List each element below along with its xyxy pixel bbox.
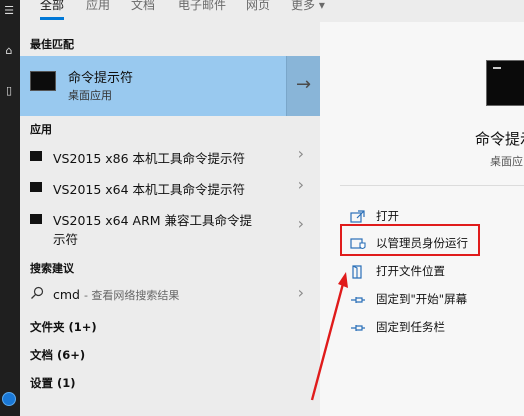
web-suggestion-item[interactable]: cmd - 查看网络搜索结果 › <box>20 283 320 308</box>
tab-more[interactable]: 更多 ▾ <box>291 0 325 22</box>
settings-group[interactable]: 设置 (1) <box>30 375 76 391</box>
tab-email[interactable]: 电子邮件 <box>178 0 226 22</box>
app-result-label: VS2015 x64 ARM 兼容工具命令提 <box>53 213 253 228</box>
app-result-label: VS2015 x86 本机工具命令提示符 <box>53 151 246 166</box>
chevron-right-icon[interactable]: › <box>298 214 304 233</box>
app-icon <box>30 214 42 224</box>
taskbar: ☰ ⌂ ▯ <box>0 0 20 416</box>
tab-web[interactable]: 网页 <box>246 0 270 22</box>
open-file-location-action[interactable]: 打开文件位置 <box>350 263 520 283</box>
expand-arrow-button[interactable]: → <box>286 56 320 116</box>
tab-all[interactable]: 全部 <box>40 0 65 22</box>
chevron-right-icon[interactable]: › <box>298 175 304 194</box>
apps-heading: 应用 <box>30 123 52 136</box>
best-match-subtitle: 桌面应用 <box>68 89 112 102</box>
detail-title: 命令提示 <box>475 130 524 148</box>
best-match-item[interactable]: 命令提示符 桌面应用 → <box>20 56 320 116</box>
app-icon <box>30 182 42 192</box>
cmd-preview-icon <box>486 60 524 106</box>
tab-apps[interactable]: 应用 <box>86 0 110 22</box>
best-match-heading: 最佳匹配 <box>30 38 74 51</box>
document-icon[interactable]: ▯ <box>2 84 16 98</box>
chevron-right-icon[interactable]: › <box>298 144 304 163</box>
open-action-label: 打开 <box>376 209 399 223</box>
annotation-arrow-icon <box>310 272 348 401</box>
search-icon <box>31 286 44 299</box>
folders-group[interactable]: 文件夹 (1+) <box>30 319 97 335</box>
home-icon[interactable]: ⌂ <box>2 44 16 58</box>
app-result-label: VS2015 x64 本机工具命令提示符 <box>53 182 246 197</box>
documents-group[interactable]: 文档 (6+) <box>30 347 85 363</box>
open-file-location-label: 打开文件位置 <box>376 264 445 278</box>
search-tabs: 全部 应用 文档 电子邮件 网页 更多 ▾ <box>20 0 524 22</box>
divider <box>340 185 524 186</box>
menu-icon[interactable]: ☰ <box>2 4 16 18</box>
best-match-name: 命令提示符 <box>68 71 134 86</box>
app-result-item[interactable]: VS2015 x64 ARM 兼容工具命令提 示符 › <box>20 208 320 248</box>
app-result-label-cont: 示符 <box>53 232 79 247</box>
cmd-app-icon <box>30 71 56 91</box>
pin-to-taskbar-label: 固定到任务栏 <box>376 320 445 334</box>
pin-to-start-label: 固定到"开始"屏幕 <box>376 292 468 306</box>
globe-icon[interactable] <box>2 392 16 406</box>
annotation-highlight-box <box>340 224 480 256</box>
pin-to-start-action[interactable]: 固定到"开始"屏幕 <box>350 291 520 311</box>
app-result-item[interactable]: VS2015 x86 本机工具命令提示符 › <box>20 144 320 168</box>
app-result-item[interactable]: VS2015 x64 本机工具命令提示符 › <box>20 175 320 199</box>
suggestion-query: cmd <box>53 287 80 302</box>
pin-to-taskbar-action[interactable]: 固定到任务栏 <box>350 319 520 339</box>
suggestions-heading: 搜索建议 <box>30 262 74 275</box>
tab-documents[interactable]: 文档 <box>131 0 155 22</box>
suggestion-hint: - 查看网络搜索结果 <box>83 289 180 302</box>
detail-subtitle: 桌面应 <box>490 155 523 168</box>
app-icon <box>30 151 42 161</box>
results-pane: 最佳匹配 命令提示符 桌面应用 → 应用 VS2015 x86 本机工具命令提示… <box>20 22 320 416</box>
open-icon <box>350 210 365 223</box>
